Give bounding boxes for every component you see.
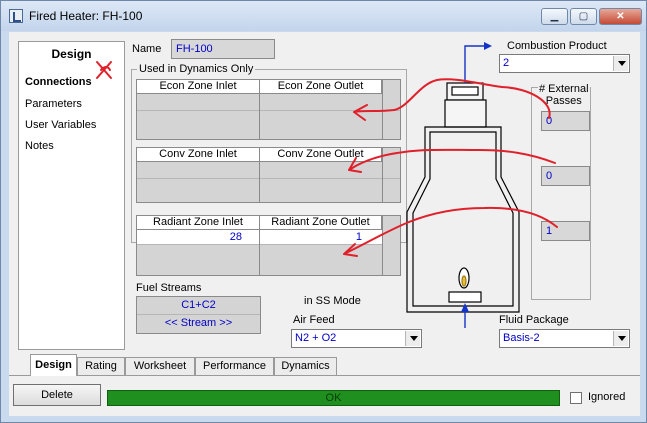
form-client-area: Design Connections Parameters User Varia… <box>9 32 640 416</box>
tab-worksheet[interactable]: Worksheet <box>125 357 195 376</box>
ignored-label: Ignored <box>588 391 626 403</box>
heater-outline <box>406 82 520 313</box>
fired-heater-diagram <box>96 42 558 328</box>
tab-dynamics[interactable]: Dynamics <box>274 357 337 376</box>
tab-performance[interactable]: Performance <box>195 357 274 376</box>
window-title: Fired Heater: FH-100 <box>29 9 143 23</box>
close-button[interactable]: ✕ <box>599 8 642 25</box>
fired-heater-window: Fired Heater: FH-100 ▁ ▢ ✕ Design Connec… <box>0 0 647 423</box>
title-bar[interactable]: Fired Heater: FH-100 ▁ ▢ ✕ <box>1 1 646 31</box>
ignored-checkbox[interactable] <box>570 392 582 404</box>
tab-rating[interactable]: Rating <box>77 357 125 376</box>
red-annotations <box>96 61 558 257</box>
minimize-button[interactable]: ▁ <box>541 8 568 25</box>
status-bar: OK <box>107 390 560 406</box>
tab-design[interactable]: Design <box>30 354 77 376</box>
restore-button[interactable]: ▢ <box>570 8 597 25</box>
delete-button[interactable]: Delete <box>13 384 101 406</box>
arrow-right-icon <box>484 42 492 50</box>
arrow-up-icon <box>461 303 469 312</box>
app-icon <box>9 9 23 23</box>
